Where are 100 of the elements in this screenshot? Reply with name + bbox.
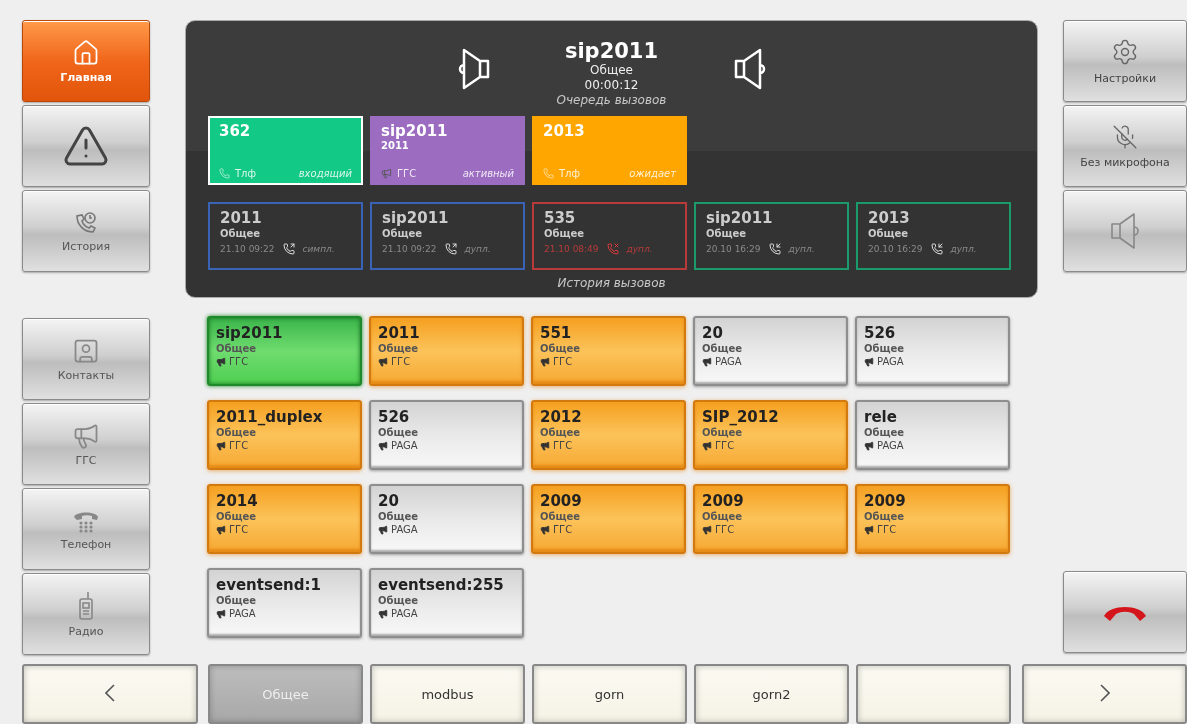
contact-tile[interactable]: 526 Общее PAGA xyxy=(369,400,524,470)
contact-tile[interactable]: 2011_duplex Общее ГГС xyxy=(207,400,362,470)
phone-button[interactable]: Телефон xyxy=(22,488,150,570)
contact-type: PAGA xyxy=(391,440,418,451)
contact-tile[interactable]: 20 Общее PAGA xyxy=(369,484,524,554)
previous-button[interactable] xyxy=(22,664,198,724)
contact-group: Общее xyxy=(378,426,419,440)
caller-group: Общее xyxy=(220,227,351,240)
call-mode: дупл. xyxy=(626,244,653,254)
contact-group: Общее xyxy=(378,342,419,356)
call-mode: дупл. xyxy=(950,244,977,254)
contact-group: Общее xyxy=(540,510,581,524)
call-time: 21.10 09:22 xyxy=(220,244,275,254)
megaphone-icon xyxy=(378,524,388,535)
history-button[interactable]: История xyxy=(22,190,150,272)
contact-tile[interactable]: 2009 Общее ГГС xyxy=(531,484,686,554)
radio-button[interactable]: Радио xyxy=(22,573,150,655)
history-card[interactable]: sip2011 Общее 20.10 16:29 дупл. xyxy=(694,202,849,270)
contact-tile[interactable]: SIP_2012 Общее ГГС xyxy=(693,400,848,470)
contact-type: ГГС xyxy=(553,356,573,367)
speaker-icon[interactable] xyxy=(457,46,492,91)
contact-tile[interactable]: 2009 Общее ГГС xyxy=(855,484,1010,554)
contact-group: Общее xyxy=(216,510,257,524)
group-tab[interactable]: gorn xyxy=(532,664,687,724)
contact-type: PAGA xyxy=(391,524,418,535)
call-name: sip2011 xyxy=(564,39,659,63)
contact-type: ГГС xyxy=(715,524,735,535)
megaphone-icon xyxy=(540,440,550,451)
megaphone-icon xyxy=(864,356,874,367)
speaker-icon xyxy=(1110,212,1140,250)
settings-icon xyxy=(1111,37,1139,66)
contact-type: ГГС xyxy=(553,524,573,535)
contact-tile[interactable]: sip2011 Общее ГГС xyxy=(207,316,362,386)
call-group: Общее xyxy=(590,63,633,78)
contact-name: 2011 xyxy=(378,324,420,342)
mute-button[interactable]: Без микрофона xyxy=(1063,105,1187,187)
contact-type: PAGA xyxy=(877,440,904,451)
ggs-button[interactable]: ГГС xyxy=(22,403,150,485)
contact-name: 526 xyxy=(864,324,896,342)
history-card[interactable]: 535 Общее 21.10 08:49 дупл. xyxy=(532,202,687,270)
caller-group: Общее xyxy=(544,227,675,240)
history-card[interactable]: 2013 Общее 20.10 16:29 дупл. xyxy=(856,202,1011,270)
contact-group: Общее xyxy=(216,594,257,608)
settings-button[interactable]: Настройки xyxy=(1063,20,1187,102)
call-status: активный xyxy=(462,168,514,179)
caller-name: sip2011 xyxy=(382,209,450,227)
contact-group: Общее xyxy=(702,342,743,356)
contact-group: Общее xyxy=(864,510,905,524)
chevron-left-icon xyxy=(105,683,115,702)
home-icon xyxy=(72,38,100,67)
contact-name: 551 xyxy=(540,324,572,342)
call-type: Тлф xyxy=(559,168,581,179)
contact-tile[interactable]: eventsend:255 Общее PAGA xyxy=(369,568,524,638)
contact-name: SIP_2012 xyxy=(702,408,779,426)
contact-type: ГГС xyxy=(715,440,735,451)
missed-call-icon xyxy=(606,243,619,255)
contact-name: 526 xyxy=(378,408,410,426)
contact-name: 2011_duplex xyxy=(216,408,323,426)
incoming-call-icon xyxy=(930,243,943,255)
outgoing-call-icon xyxy=(282,243,295,255)
call-mode: дупл. xyxy=(788,244,815,254)
contact-tile[interactable]: eventsend:1 Общее PAGA xyxy=(207,568,362,638)
contact-tile[interactable]: 2011 Общее ГГС xyxy=(369,316,524,386)
call-time: 21.10 09:22 xyxy=(382,244,437,254)
contact-name: 20 xyxy=(378,492,399,510)
contact-name: 2009 xyxy=(864,492,906,510)
group-tab[interactable] xyxy=(856,664,1011,724)
megaphone-icon xyxy=(540,524,550,535)
phone-icon xyxy=(219,168,230,179)
contact-tile[interactable]: 2012 Общее ГГС xyxy=(531,400,686,470)
contact-name: rele xyxy=(864,408,897,426)
contact-tile[interactable]: 2014 Общее ГГС xyxy=(207,484,362,554)
phone-icon xyxy=(543,168,554,179)
history-card[interactable]: sip2011 Общее 21.10 09:22 дупл. xyxy=(370,202,525,270)
megaphone-icon xyxy=(540,356,550,367)
alarm-button[interactable] xyxy=(22,105,150,187)
contact-group: Общее xyxy=(378,510,419,524)
contact-tile[interactable]: 526 Общее PAGA xyxy=(855,316,1010,386)
group-tab[interactable]: gorn2 xyxy=(694,664,849,724)
caller-name: 362 xyxy=(219,122,252,140)
call-mode: симпл. xyxy=(302,244,335,254)
contact-type: ГГС xyxy=(391,356,411,367)
speaker-button[interactable] xyxy=(1063,190,1187,272)
queue-card[interactable]: sip2011 2011 ГГС активный xyxy=(370,116,525,185)
contact-group: Общее xyxy=(378,594,419,608)
next-button[interactable] xyxy=(1022,664,1187,724)
contact-type: PAGA xyxy=(877,356,904,367)
caller-number: 2011 xyxy=(381,140,410,152)
hang-up-button[interactable] xyxy=(1063,571,1187,653)
contact-tile[interactable]: 551 Общее ГГС xyxy=(531,316,686,386)
contact-group: Общее xyxy=(864,426,905,440)
history-card[interactable]: 2011 Общее 21.10 09:22 симпл. xyxy=(208,202,363,270)
call-status: входящий xyxy=(298,168,352,179)
call-status: ожидает xyxy=(629,168,676,179)
contact-type: PAGA xyxy=(715,356,742,367)
contact-tile[interactable]: 2009 Общее ГГС xyxy=(693,484,848,554)
contact-tile[interactable]: 20 Общее PAGA xyxy=(693,316,848,386)
contacts-button[interactable]: Контакты xyxy=(22,318,150,400)
contact-tile[interactable]: rele Общее PAGA xyxy=(855,400,1010,470)
group-tab[interactable]: modbus xyxy=(370,664,525,724)
